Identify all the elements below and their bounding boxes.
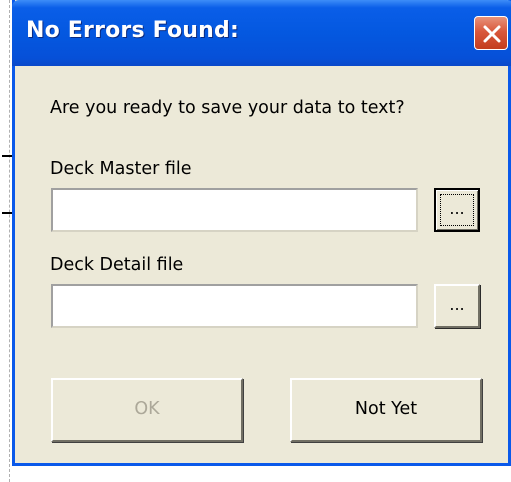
title-bar[interactable]: No Errors Found: <box>12 0 511 66</box>
deck-master-label: Deck Master file <box>50 159 192 179</box>
close-icon <box>483 25 501 43</box>
dialog-body: Are you ready to save your data to text?… <box>15 66 508 463</box>
dialog-title: No Errors Found: <box>26 18 239 43</box>
not-yet-button[interactable]: Not Yet <box>290 378 482 442</box>
dialog-window: No Errors Found: Are you ready to save y… <box>12 0 511 466</box>
ok-button-label: OK <box>134 399 160 419</box>
browse-detail-button[interactable]: ... <box>434 284 480 328</box>
ok-button[interactable]: OK <box>51 378 243 442</box>
prompt-text: Are you ready to save your data to text? <box>50 98 405 118</box>
not-yet-button-label: Not Yet <box>354 399 418 419</box>
row-marker <box>2 155 12 157</box>
browse-detail-label: ... <box>449 295 465 314</box>
deck-detail-label: Deck Detail file <box>50 255 184 275</box>
row-marker <box>2 212 12 214</box>
focus-indicator <box>440 194 474 226</box>
deck-master-file-input[interactable] <box>51 188 418 232</box>
gridline <box>9 0 11 482</box>
deck-detail-file-input[interactable] <box>51 284 418 328</box>
browse-master-button[interactable]: ... <box>434 188 480 232</box>
close-button[interactable] <box>474 16 508 50</box>
